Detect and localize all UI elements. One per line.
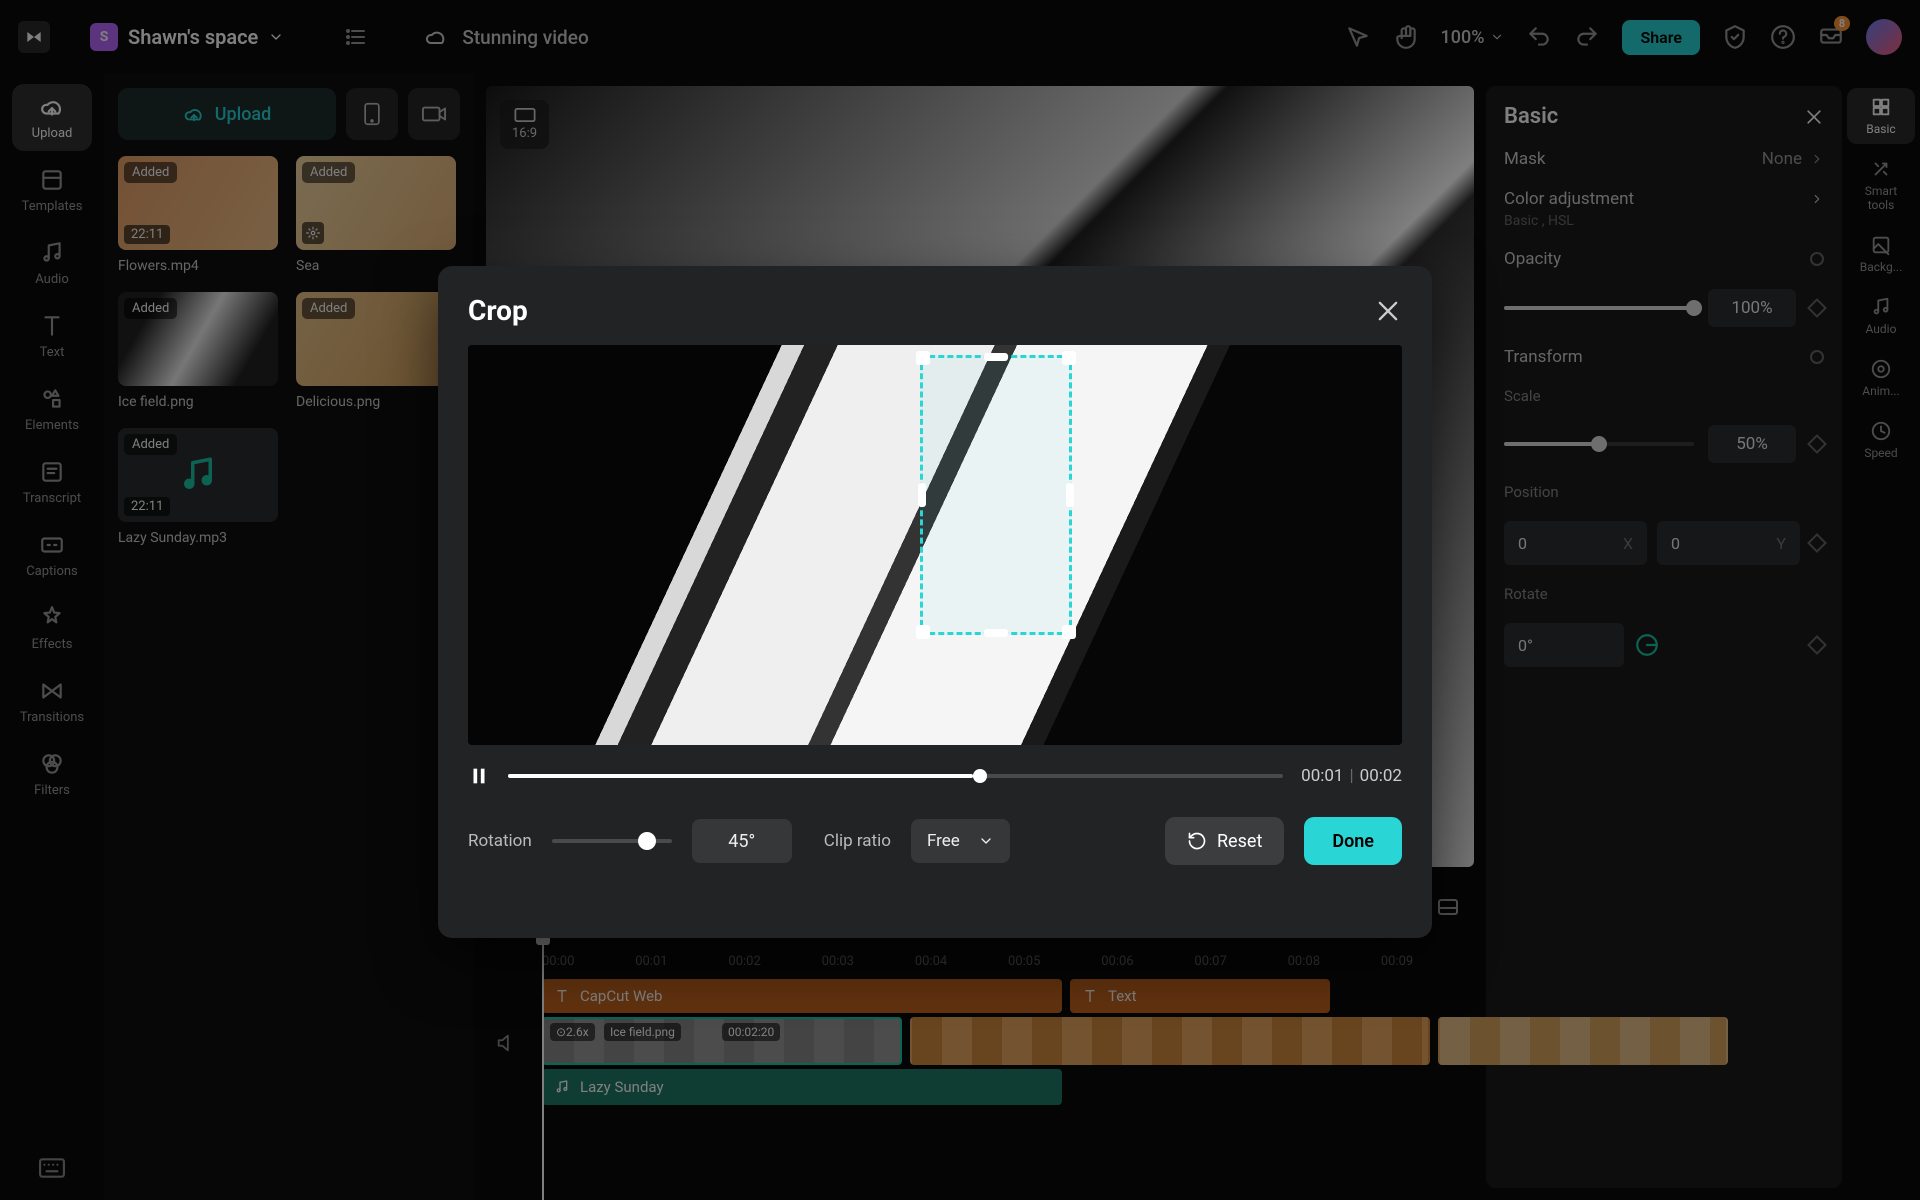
done-button[interactable]: Done: [1304, 817, 1402, 865]
clip-ratio-dropdown[interactable]: Free: [911, 819, 1010, 863]
clip-ratio-value: Free: [927, 831, 960, 851]
crop-handle-tr[interactable]: [1062, 351, 1076, 365]
pause-icon[interactable]: [468, 765, 490, 787]
reset-label: Reset: [1217, 831, 1262, 852]
crop-stage[interactable]: [468, 345, 1402, 745]
modal-title: Crop: [468, 294, 528, 327]
crop-modal: Crop 00:01|00:02 Rotation 45° Clip ratio…: [438, 266, 1432, 938]
crop-handle-br[interactable]: [1062, 625, 1076, 639]
crop-footer: Rotation 45° Clip ratio Free Reset Done: [468, 817, 1402, 865]
rotation-value[interactable]: 45°: [692, 819, 792, 863]
clip-ratio-label: Clip ratio: [824, 831, 891, 851]
rotation-slider[interactable]: [552, 839, 672, 843]
chevron-down-icon: [978, 833, 994, 849]
crop-handle-bl[interactable]: [916, 625, 930, 639]
crop-selection[interactable]: [920, 355, 1072, 635]
crop-transport: 00:01|00:02: [468, 765, 1402, 787]
crop-seek-slider[interactable]: [508, 774, 1283, 778]
reset-icon: [1187, 831, 1207, 851]
close-icon[interactable]: [1374, 297, 1402, 325]
crop-seek-time: 00:01|00:02: [1301, 766, 1402, 786]
crop-handle-tl[interactable]: [916, 351, 930, 365]
crop-handle-top[interactable]: [984, 353, 1008, 361]
crop-handle-bottom[interactable]: [984, 629, 1008, 637]
crop-handle-left[interactable]: [918, 483, 926, 507]
rotation-label: Rotation: [468, 831, 532, 851]
crop-handle-right[interactable]: [1066, 483, 1074, 507]
reset-button[interactable]: Reset: [1165, 817, 1284, 865]
